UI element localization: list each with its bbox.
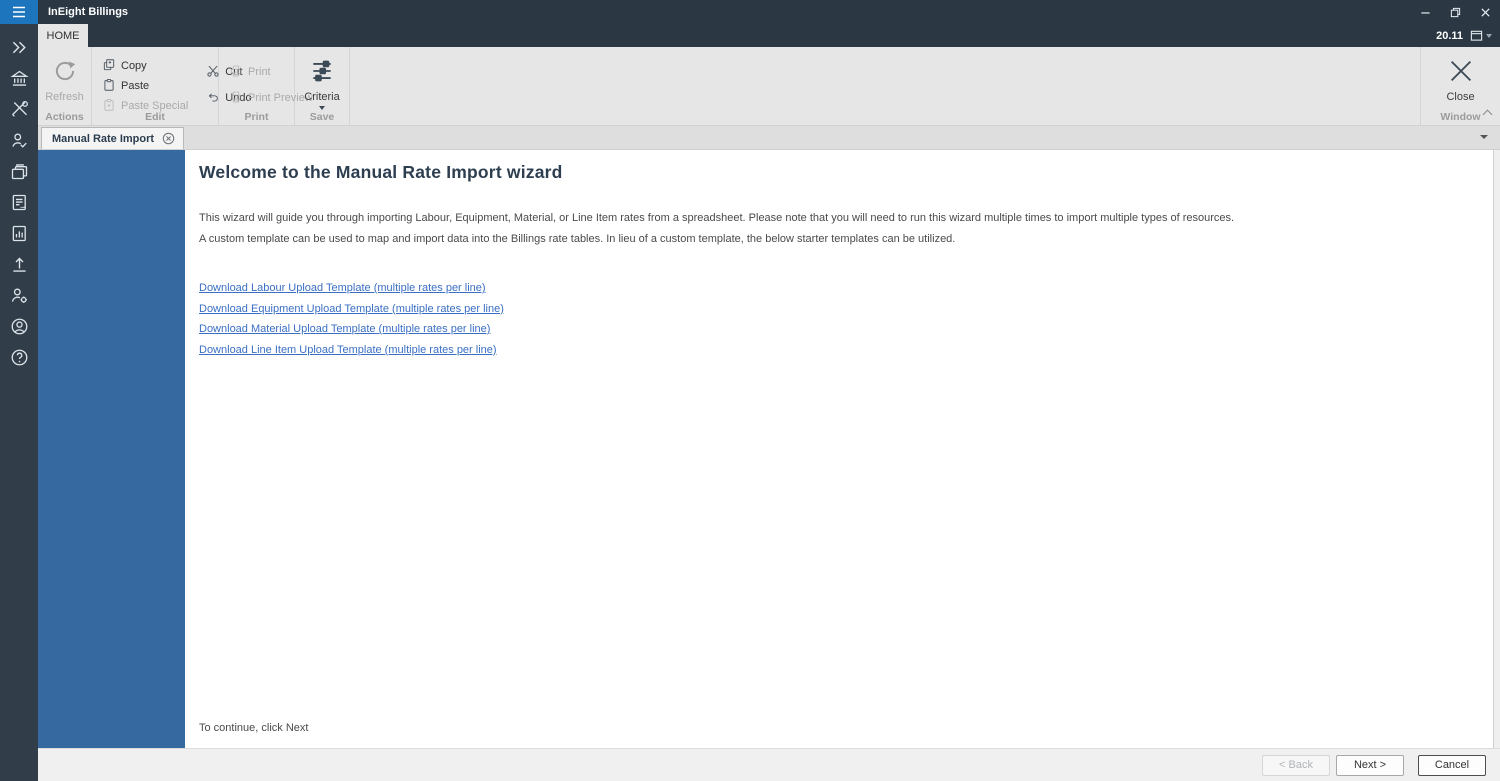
close-window-button[interactable]: [1470, 0, 1500, 24]
wizard-content: Welcome to the Manual Rate Import wizard…: [38, 150, 1500, 748]
question-circle-icon[interactable]: [0, 342, 38, 373]
tab-close-icon[interactable]: [162, 132, 175, 145]
criteria-button[interactable]: Criteria: [299, 53, 345, 110]
download-line-item-template-link[interactable]: Download Line Item Upload Template (mult…: [199, 340, 497, 361]
ribbon-group-actions: Refresh Actions: [38, 47, 92, 125]
app-title: InEight Billings: [48, 6, 129, 18]
continue-hint: To continue, click Next: [199, 722, 309, 734]
next-button[interactable]: Next >: [1336, 754, 1404, 776]
template-links: Download Labour Upload Template (multipl…: [199, 278, 1473, 360]
tab-home[interactable]: HOME: [38, 24, 88, 47]
wizard-body: Welcome to the Manual Rate Import wizard…: [185, 150, 1494, 748]
document-tab-title: Manual Rate Import: [52, 132, 155, 145]
tabrow-right: 20.11: [1436, 24, 1500, 47]
refresh-button: Refresh: [42, 53, 87, 103]
note-document-icon[interactable]: [0, 187, 38, 218]
close-tab-button[interactable]: Close: [1435, 53, 1487, 103]
group-label-save: Save: [309, 111, 335, 123]
person-check-icon[interactable]: [0, 125, 38, 156]
paste-icon: [102, 78, 116, 95]
chart-document-icon[interactable]: [0, 218, 38, 249]
copy-button[interactable]: Copy: [96, 56, 194, 76]
wizard-footer: < Back Next > Cancel: [38, 748, 1500, 781]
group-label-edit: Edit: [145, 111, 165, 123]
sidebar: [0, 0, 38, 781]
app-window: InEight Billings HOME 20.11 Refresh Acti…: [0, 0, 1500, 781]
criteria-sliders-icon: [309, 55, 335, 87]
wizard-intro-paragraph: This wizard will guide you through impor…: [199, 212, 1235, 224]
clipboard-stack-icon[interactable]: [0, 156, 38, 187]
group-label-actions: Actions: [45, 111, 84, 123]
minimize-button[interactable]: [1410, 0, 1440, 24]
ribbon: Refresh Actions Copy Paste Paste Special…: [38, 47, 1500, 126]
ribbon-tab-row: HOME 20.11: [38, 24, 1500, 47]
refresh-icon: [52, 55, 78, 87]
paste-button[interactable]: Paste: [96, 76, 194, 96]
download-labour-template-link[interactable]: Download Labour Upload Template (multipl…: [199, 278, 486, 299]
wizard-template-paragraph: A custom template can be used to map and…: [199, 233, 956, 245]
tab-list-dropdown-icon[interactable]: [1480, 135, 1488, 139]
wizard-side-panel: [38, 150, 185, 748]
back-button: < Back: [1262, 754, 1330, 776]
restore-button[interactable]: [1440, 0, 1470, 24]
document-tab-bar: Manual Rate Import: [38, 126, 1500, 150]
download-equipment-template-link[interactable]: Download Equipment Upload Template (mult…: [199, 299, 504, 320]
version-label: 20.11: [1436, 29, 1463, 42]
chevron-down-icon: [1486, 33, 1492, 38]
right-gutter: [1494, 150, 1500, 748]
person-circle-icon[interactable]: [0, 311, 38, 342]
main-column: InEight Billings HOME 20.11 Refresh Acti…: [38, 0, 1500, 781]
ribbon-group-print: Print Print Preview Print: [219, 47, 313, 125]
upload-arrow-icon[interactable]: [0, 249, 38, 280]
crossed-tools-icon[interactable]: [0, 94, 38, 125]
download-material-template-link[interactable]: Download Material Upload Template (multi…: [199, 319, 490, 340]
tab-manual-rate-import[interactable]: Manual Rate Import: [41, 127, 185, 149]
double-chevron-right-icon[interactable]: [0, 32, 38, 63]
chevron-down-icon: [319, 106, 325, 110]
print-preview-icon: [229, 90, 243, 107]
person-gear-icon[interactable]: [0, 280, 38, 311]
window-layout-button[interactable]: [1470, 29, 1492, 42]
ribbon-group-save: Criteria Save: [295, 47, 350, 125]
hamburger-menu-icon[interactable]: [0, 0, 38, 24]
print-icon: [229, 64, 243, 81]
bank-building-icon[interactable]: [0, 63, 38, 94]
copy-icon: [102, 58, 116, 75]
group-label-print: Print: [244, 111, 269, 123]
titlebar: InEight Billings: [38, 0, 1500, 24]
cancel-button[interactable]: Cancel: [1418, 754, 1486, 776]
window-controls: [1410, 0, 1500, 24]
close-x-icon: [1446, 55, 1476, 87]
page-title: Welcome to the Manual Rate Import wizard: [199, 162, 563, 182]
ribbon-group-edit: Copy Paste Paste Special Edit: [92, 47, 252, 125]
